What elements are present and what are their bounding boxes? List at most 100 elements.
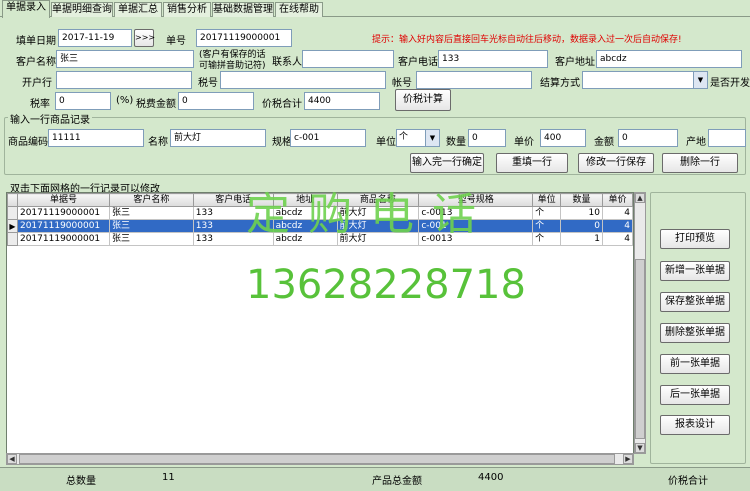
unit-value: 个 <box>399 132 409 142</box>
origin-field[interactable] <box>708 129 746 147</box>
table-cell[interactable]: 1 <box>560 232 603 246</box>
tax-rate-label: 税率 <box>30 99 50 110</box>
column-header[interactable]: 客户名称 <box>108 193 194 207</box>
account-label: 帐号 <box>392 78 412 89</box>
total-field[interactable]: 4400 <box>304 92 380 110</box>
print-preview-button[interactable]: 打印预览 <box>660 229 730 249</box>
scroll-up-icon[interactable]: ▲ <box>635 193 645 203</box>
table-cell[interactable]: 张三 <box>108 206 194 220</box>
table-cell[interactable]: 个 <box>532 219 562 233</box>
tab-bill-entry[interactable]: 单据录入 <box>2 0 50 18</box>
confirm-row-button[interactable]: 输入完一行确定 <box>410 153 484 173</box>
code-field[interactable]: 11111 <box>48 129 144 147</box>
tax-no-label: 税号 <box>198 78 218 89</box>
item-entry-title: 输入一行商品记录 <box>8 111 92 126</box>
column-header[interactable]: 单价 <box>601 193 633 207</box>
status-bar: 总数量 11 产品总金额 4400 价税合计 <box>0 467 750 491</box>
scroll-thumb[interactable] <box>635 259 645 439</box>
save-row-button[interactable]: 修改一行保存 <box>578 153 654 173</box>
row-header-corner <box>7 193 18 207</box>
chevron-down-icon[interactable]: ▼ <box>693 72 707 88</box>
date-field[interactable]: 2017-11-19 <box>58 29 132 47</box>
tab-online-help[interactable]: 在线帮助 <box>275 2 323 17</box>
scroll-thumb[interactable] <box>19 454 615 464</box>
amount-field[interactable]: 0 <box>618 129 678 147</box>
chevron-down-icon[interactable]: ▼ <box>425 130 439 146</box>
save-bill-button[interactable]: 保存整张单据 <box>660 292 730 312</box>
total-qty-label: 总数量 <box>66 476 96 487</box>
bill-no-label: 单号 <box>166 36 186 47</box>
refill-row-button[interactable]: 重填一行 <box>496 153 568 173</box>
date-picker-button[interactable]: >>> <box>134 29 155 47</box>
customer-field[interactable]: 张三 <box>56 50 194 68</box>
column-header[interactable]: 单位 <box>532 193 562 207</box>
tab-bill-summary[interactable]: 单据汇总 <box>114 2 162 17</box>
column-header[interactable]: 单据号 <box>16 193 110 207</box>
scroll-left-icon[interactable]: ◀ <box>7 454 17 464</box>
column-header[interactable]: 数量 <box>560 193 603 207</box>
delete-row-button[interactable]: 删除一行 <box>662 153 738 173</box>
price-field[interactable]: 400 <box>540 129 586 147</box>
date-label: 填单日期 <box>16 36 56 47</box>
invoice-label: 是否开发票 <box>710 78 750 89</box>
contact-field[interactable] <box>302 50 394 68</box>
row-header[interactable] <box>7 206 18 220</box>
unit-select[interactable]: 个 ▼ <box>396 129 440 147</box>
prev-bill-button[interactable]: 前一张单据 <box>660 354 730 374</box>
name-label: 名称 <box>148 137 168 148</box>
vertical-scrollbar[interactable]: ▲ ▼ <box>634 192 646 454</box>
table-cell[interactable]: 4 <box>601 232 633 246</box>
report-design-button[interactable]: 报表设计 <box>660 415 730 435</box>
table-cell[interactable]: 个 <box>532 232 562 246</box>
settle-label: 结算方式 <box>540 78 580 89</box>
table-cell[interactable]: 张三 <box>108 232 194 246</box>
row-pointer-icon[interactable]: ▶ <box>7 219 18 233</box>
table-cell[interactable]: 20171119000001 <box>16 219 110 233</box>
tab-sales-analysis[interactable]: 销售分析 <box>163 2 211 17</box>
calc-tax-button[interactable]: 价税计算 <box>395 89 451 111</box>
new-bill-button[interactable]: 新增一张单据 <box>660 261 730 281</box>
address-field[interactable]: abcdz <box>596 50 742 68</box>
tax-no-field[interactable] <box>220 71 386 89</box>
bill-no-field[interactable]: 20171119000001 <box>196 29 292 47</box>
next-bill-button[interactable]: 后一张单据 <box>660 385 730 405</box>
tab-bill-detail-query[interactable]: 单据明细查询 <box>51 2 113 17</box>
total-label: 价税合计 <box>262 99 302 110</box>
table-cell[interactable]: 4 <box>601 219 633 233</box>
tax-rate-field[interactable]: 0 <box>55 92 111 110</box>
hint-text: 提示：输入好内容后直接回车光标自动往后移动，数据录入过一次后自动保存! <box>372 35 682 45</box>
bank-label: 开户行 <box>22 78 52 89</box>
unit-label: 单位 <box>376 137 396 148</box>
delete-bill-button[interactable]: 删除整张单据 <box>660 323 730 343</box>
qty-field[interactable]: 0 <box>468 129 506 147</box>
table-cell[interactable]: 0 <box>560 219 603 233</box>
product-total-label: 产品总金额 <box>372 476 422 487</box>
customer-note-2: 可输拼音助记符) <box>199 61 266 71</box>
origin-label: 产地 <box>686 137 706 148</box>
bank-field[interactable] <box>56 71 192 89</box>
row-header[interactable] <box>7 232 18 246</box>
table-cell[interactable]: 20171119000001 <box>16 206 110 220</box>
scroll-right-icon[interactable]: ▶ <box>623 454 633 464</box>
spec-field[interactable]: c-001 <box>290 129 366 147</box>
phone-field[interactable]: 133 <box>438 50 548 68</box>
address-label: 客户地址 <box>555 57 595 68</box>
tab-basic-data[interactable]: 基础数据管理 <box>212 2 274 17</box>
code-label: 商品编码 <box>8 137 48 148</box>
qty-label: 数量 <box>446 137 466 148</box>
horizontal-scrollbar[interactable]: ◀ ▶ <box>6 453 634 465</box>
table-cell[interactable]: 个 <box>532 206 562 220</box>
phone-label: 客户电话 <box>398 57 438 68</box>
total-qty-value: 11 <box>162 472 175 483</box>
tax-amount-field[interactable]: 0 <box>178 92 254 110</box>
scroll-down-icon[interactable]: ▼ <box>635 443 645 453</box>
name-field[interactable]: 前大灯 <box>170 129 266 147</box>
table-cell[interactable]: 20171119000001 <box>16 232 110 246</box>
price-label: 单价 <box>514 137 534 148</box>
table-cell[interactable]: 张三 <box>108 219 194 233</box>
order-phone-watermark: 定购电话 <box>246 189 494 240</box>
account-field[interactable] <box>416 71 532 89</box>
table-cell[interactable]: 4 <box>601 206 633 220</box>
settle-select[interactable]: ▼ <box>582 71 708 89</box>
table-cell[interactable]: 10 <box>560 206 603 220</box>
